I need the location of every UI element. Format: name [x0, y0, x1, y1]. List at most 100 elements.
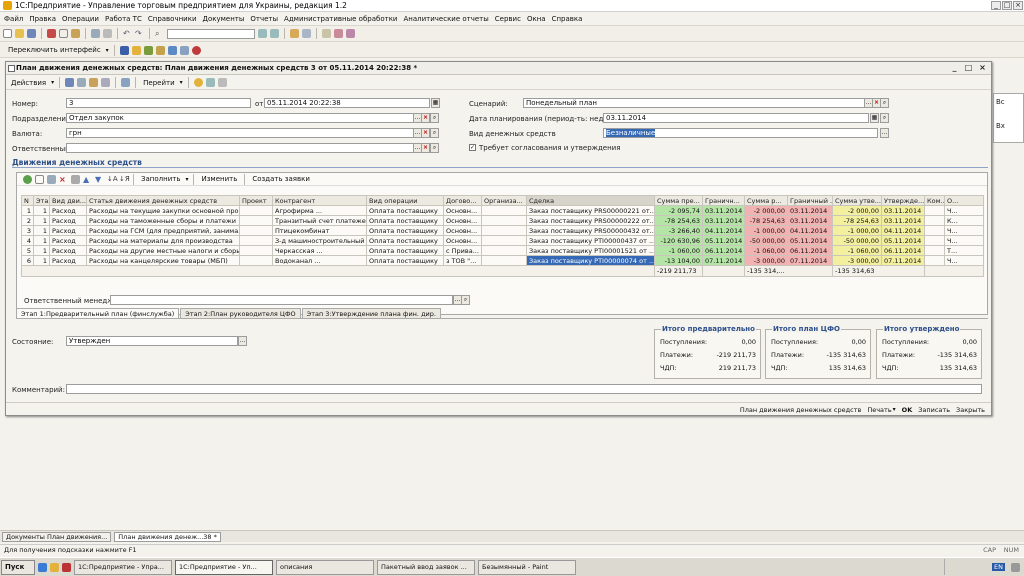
help-icon[interactable]	[322, 29, 331, 38]
copy-icon[interactable]	[59, 29, 68, 38]
cell-contract[interactable]: Основн...	[443, 205, 482, 216]
cell-limit-date-cfo[interactable]: 03.11.2014	[787, 215, 833, 226]
actions-menu-button[interactable]: Действия	[9, 79, 48, 87]
menu-catalogs[interactable]: Справочники	[148, 15, 197, 23]
select-icon[interactable]: …	[880, 128, 889, 138]
cell-limit-date-cfo[interactable]: 03.11.2014	[787, 205, 833, 216]
fill-icon[interactable]	[205, 78, 215, 87]
money-type-field[interactable]: Безналичные	[603, 128, 878, 138]
cell-comment[interactable]	[924, 215, 945, 226]
cell-organization[interactable]	[481, 235, 527, 246]
chevron-down-icon[interactable]: ▾	[185, 176, 188, 183]
undo-icon[interactable]: ↶	[123, 29, 132, 38]
date-field[interactable]: 05.11.2014 20:22:38	[264, 98, 430, 108]
comment-field[interactable]	[66, 384, 982, 394]
sort-desc-icon[interactable]: ↓Я	[119, 175, 130, 184]
bookmark-icon[interactable]	[334, 29, 343, 38]
cell-deal[interactable]: Заказ поставщику PRS00000432 от...	[526, 225, 655, 236]
cell-contract[interactable]: Основн...	[443, 235, 482, 246]
help-icon[interactable]	[193, 78, 203, 87]
quicklaunch-1c-icon[interactable]	[62, 562, 71, 572]
cell-deal[interactable]: Заказ поставщику PTI00001521 от ...	[526, 245, 655, 256]
cell-stage[interactable]: 1	[33, 245, 50, 256]
cell-sum-cfo[interactable]: -1 060,00	[744, 245, 788, 256]
cell-extra[interactable]: Ч...	[944, 235, 984, 246]
cell-project[interactable]	[239, 215, 273, 226]
cell-counterparty[interactable]: Транзитный счет платеже...	[272, 215, 367, 226]
paste-icon[interactable]	[71, 29, 80, 38]
cell-comment[interactable]	[924, 225, 945, 236]
cell-sum-cfo[interactable]: -2 000,00	[744, 205, 788, 216]
col-counterparty[interactable]: Контрагент	[272, 195, 367, 206]
cell-limit-date-cfo[interactable]: 06.11.2014	[787, 245, 833, 256]
cell-contract[interactable]: Основн...	[443, 225, 482, 236]
cell-n[interactable]: 2	[21, 215, 34, 226]
taskbar-task-paint[interactable]: Безымянный - Paint	[478, 559, 576, 575]
col-operation[interactable]: Вид операции	[366, 195, 444, 206]
col-extra[interactable]: О...	[944, 195, 984, 206]
department-field[interactable]: Отдел закупок	[66, 113, 421, 123]
cell-organization[interactable]	[481, 245, 527, 256]
cell-limit-date-plan[interactable]: 06.11.2014	[702, 245, 745, 256]
cell-sum-approved[interactable]: -2 000,00	[832, 205, 882, 216]
currency-field[interactable]: грн	[66, 128, 421, 138]
cell-sum-approved[interactable]: -3 000,00	[832, 255, 882, 266]
open-icon[interactable]	[15, 29, 24, 38]
cell-n[interactable]: 5	[21, 245, 34, 256]
cell-approved-date[interactable]: 03.11.2014	[881, 205, 925, 216]
cell-article[interactable]: Расходы на ГСМ (для предприятий, занима.…	[86, 225, 240, 236]
cell-stage[interactable]: 1	[33, 235, 50, 246]
doc-close-button[interactable]: ×	[977, 63, 988, 73]
search-input[interactable]	[167, 28, 255, 39]
goods-icon[interactable]	[131, 45, 141, 55]
tray-icon[interactable]	[1011, 562, 1020, 572]
cell-counterparty[interactable]: Черкасская ...	[272, 245, 367, 256]
goto-menu-button[interactable]: Перейти	[141, 79, 177, 87]
col-contract[interactable]: Догово...	[443, 195, 482, 206]
cell-comment[interactable]	[924, 235, 945, 246]
start-button[interactable]: Пуск	[1, 559, 35, 575]
taskbar-task-1c-2[interactable]: 1С:Предприятие - Уп...	[175, 559, 273, 575]
cell-sum-approved[interactable]: -1 060,00	[832, 245, 882, 256]
cell-operation[interactable]: Оплата поставщику	[366, 245, 444, 256]
cell-movement-type[interactable]: Расход	[49, 205, 87, 216]
cell-n[interactable]: 6	[21, 255, 34, 266]
clear-icon[interactable]: ×	[421, 143, 430, 153]
end-edit-icon[interactable]	[71, 174, 80, 184]
chevron-down-icon[interactable]: ▾	[51, 79, 54, 86]
cell-operation[interactable]: Оплата поставщику	[366, 225, 444, 236]
cell-sum-plan[interactable]: -120 630,96	[654, 235, 703, 246]
cell-organization[interactable]	[481, 205, 527, 216]
menu-edit[interactable]: Правка	[29, 15, 56, 23]
edit-row-icon[interactable]	[47, 174, 56, 184]
cell-limit-date-plan[interactable]: 03.11.2014	[702, 205, 745, 216]
cell-sum-cfo[interactable]: -3 000,00	[744, 255, 788, 266]
col-movement-type[interactable]: Вид дви...	[49, 195, 87, 206]
cell-sum-plan[interactable]: -2 095,74	[654, 205, 703, 216]
open-icon[interactable]: ⌕	[880, 113, 889, 123]
cell-article[interactable]: Расходы на другие местные налоги и сборы	[86, 245, 240, 256]
cell-approved-date[interactable]: 07.11.2014	[881, 255, 925, 266]
col-comment[interactable]: Ком...	[924, 195, 945, 206]
select-icon[interactable]: …	[238, 336, 247, 346]
cut-icon[interactable]	[47, 29, 56, 38]
cell-limit-date-cfo[interactable]: 07.11.2014	[787, 255, 833, 266]
col-approved-date[interactable]: Утвержде...	[881, 195, 925, 206]
cell-contract[interactable]: з ТОВ "...	[443, 255, 482, 266]
col-sum-cfo[interactable]: Сумма р...	[744, 195, 788, 206]
scenario-field[interactable]: Понедельный план	[523, 98, 873, 108]
table-row[interactable]: 4 1 Расход Расходы на материалы для произво…	[21, 235, 984, 246]
cell-article[interactable]: Расходы на материалы для производства	[86, 235, 240, 246]
cell-organization[interactable]	[481, 225, 527, 236]
cell-limit-date-cfo[interactable]: 04.11.2014	[787, 225, 833, 236]
col-organization[interactable]: Организа...	[481, 195, 527, 206]
print-button[interactable]: Печать	[867, 406, 891, 414]
cell-organization[interactable]	[481, 215, 527, 226]
responsible-field[interactable]	[66, 143, 421, 153]
sort-asc-icon[interactable]: ↓A	[107, 175, 118, 184]
cell-sum-plan[interactable]: -13 104,00	[654, 255, 703, 266]
clear-icon[interactable]: ×	[421, 128, 430, 138]
menu-help[interactable]: Справка	[552, 15, 583, 23]
structure-icon[interactable]	[121, 78, 131, 87]
cell-movement-type[interactable]: Расход	[49, 245, 87, 256]
